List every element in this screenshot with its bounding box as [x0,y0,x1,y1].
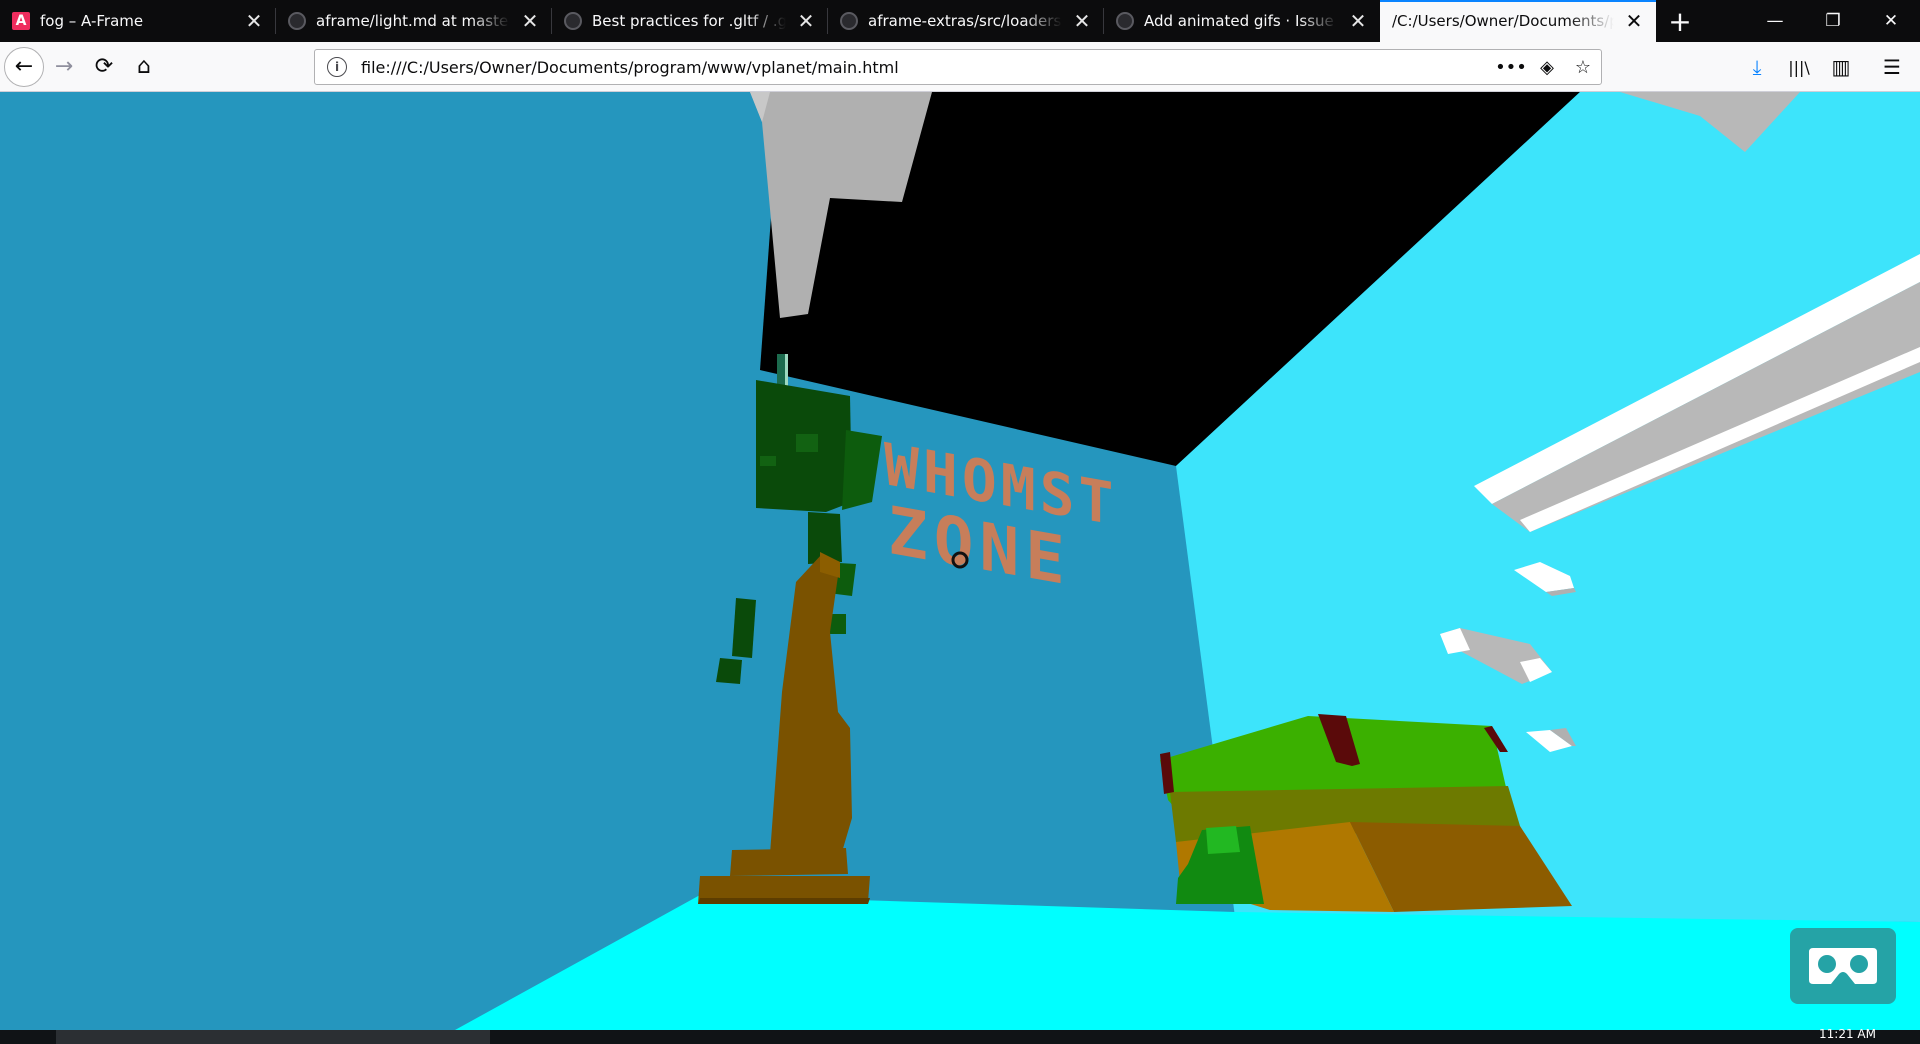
sidebar-icon[interactable]: ▥ [1821,47,1861,87]
downloads-icon[interactable]: ⤓ [1737,47,1777,87]
window-controls: — ❐ ✕ [1746,0,1920,42]
reload-button[interactable]: ⟳ [84,47,124,87]
site-info-icon[interactable]: i [327,57,347,77]
github-icon [288,12,306,30]
tab-title: fog – A-Frame [40,12,144,30]
tree-leaves [760,456,776,466]
tree-base [730,848,848,876]
tree-stem [777,354,785,388]
github-icon [840,12,858,30]
taskbar-search-box[interactable] [56,1030,490,1044]
tab-title: aframe/light.md at master · aframevr/afr… [316,12,510,30]
tab-5-active[interactable]: /C:/Users/Owner/Documents/program/www/vp… [1380,0,1656,42]
aframe-scene-canvas[interactable]: WHOMST ZONE [0,92,1920,1030]
pixel-sign: WHOMST ZONE [884,430,1117,600]
tree-stem [785,354,788,388]
vr-headset-icon [1809,948,1877,984]
tab-2[interactable]: Best practices for .gltf / .glb · Issue … [552,0,828,42]
tree-leaves [796,434,818,452]
plant [1206,826,1240,854]
url-bar[interactable]: i file:///C:/Users/Owner/Documents/progr… [314,49,1602,85]
gaze-cursor-icon [951,551,969,569]
close-tab-icon[interactable]: ✕ [1620,7,1648,35]
close-tab-icon[interactable]: ✕ [240,7,268,35]
tab-1[interactable]: aframe/light.md at master · aframevr/afr… [276,0,552,42]
close-tab-icon[interactable]: ✕ [516,7,544,35]
enter-vr-button[interactable] [1790,928,1896,1004]
close-window-button[interactable]: ✕ [1862,0,1920,42]
github-icon [564,12,582,30]
library-icon[interactable]: |||\ [1779,47,1819,87]
pocket-icon[interactable]: ◈ [1529,51,1565,83]
tab-4[interactable]: Add animated gifs · Issue #438 ✕ [1104,0,1380,42]
toolbar-right: ⤓ |||\ ▥ ☰ [1736,42,1920,92]
url-input[interactable]: file:///C:/Users/Owner/Documents/program… [361,58,1493,77]
tab-3[interactable]: aframe-extras/src/loaders at master ✕ [828,0,1104,42]
restore-button[interactable]: ❐ [1804,0,1862,42]
aframe-icon: A [12,12,30,30]
menu-icon[interactable]: ☰ [1872,47,1912,87]
close-tab-icon[interactable]: ✕ [792,7,820,35]
tab-strip: A fog – A-Frame ✕ aframe/light.md at mas… [0,0,1920,42]
tab-title: Best practices for .gltf / .glb · Issue [592,12,786,30]
page-actions-icon[interactable]: ••• [1493,51,1529,83]
tree-leaves [732,598,756,658]
back-button[interactable]: ← [4,46,44,87]
tab-title: Add animated gifs · Issue #438 [1144,12,1338,30]
tree-base-shadow [698,898,870,904]
navigation-toolbar: ← → ⟳ ⌂ i file:///C:/Users/Owner/Documen… [0,42,1920,92]
github-icon [1116,12,1134,30]
close-tab-icon[interactable]: ✕ [1344,7,1372,35]
tab-title: aframe-extras/src/loaders at master [868,12,1062,30]
new-tab-button[interactable]: + [1656,0,1704,42]
minimize-button[interactable]: — [1746,0,1804,42]
bookmark-star-icon[interactable]: ☆ [1565,51,1601,83]
tab-0[interactable]: A fog – A-Frame ✕ [0,0,276,42]
forward-button[interactable]: → [44,47,84,87]
home-button[interactable]: ⌂ [124,47,164,87]
tab-title: /C:/Users/Owner/Documents/program/www/vp… [1392,12,1614,30]
windows-taskbar: 11:21 AM [0,1027,1920,1044]
close-tab-icon[interactable]: ✕ [1068,7,1096,35]
tree-leaves [716,658,742,684]
taskbar-clock: 11:21 AM [1819,1027,1876,1041]
